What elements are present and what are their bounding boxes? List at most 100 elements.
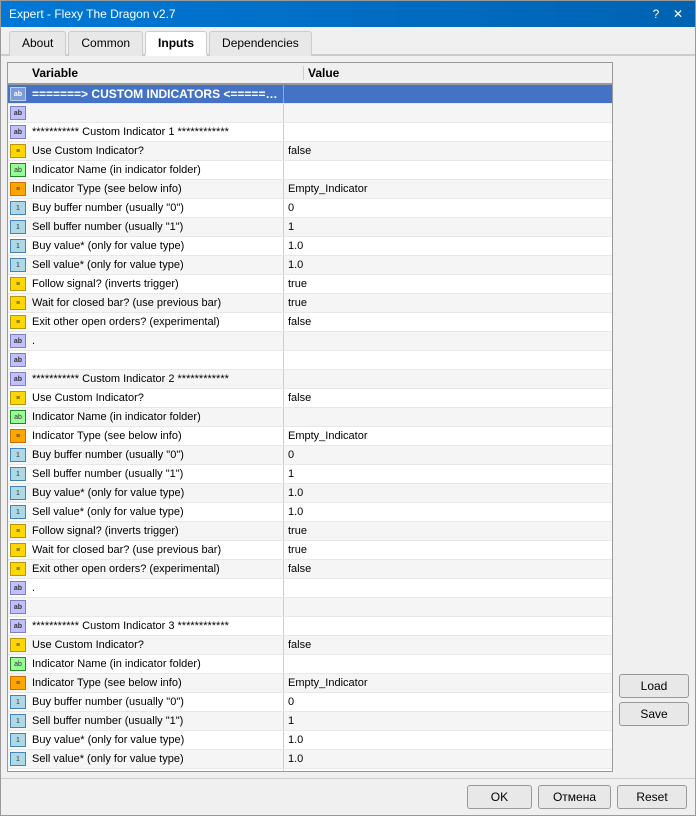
row-value bbox=[284, 93, 612, 95]
table-row: abIndicator Name (in indicator folder) bbox=[8, 655, 612, 674]
row-variable: Follow signal? (inverts trigger) bbox=[28, 277, 283, 291]
row-value: Empty_Indicator bbox=[284, 182, 612, 196]
row-value: 1.0 bbox=[284, 258, 612, 272]
row-icon-num: 1 bbox=[8, 237, 28, 255]
row-icon-num: 1 bbox=[8, 465, 28, 483]
row-icon-ab: ab bbox=[8, 617, 28, 635]
row-variable: Indicator Type (see below info) bbox=[28, 182, 283, 196]
row-value: 0 bbox=[284, 201, 612, 215]
main-window: Expert - Flexy The Dragon v2.7 ? ✕ About… bbox=[0, 0, 696, 816]
row-value bbox=[284, 625, 612, 627]
title-bar: Expert - Flexy The Dragon v2.7 ? ✕ bbox=[1, 1, 695, 27]
table-row: ab bbox=[8, 351, 612, 370]
table-row: ab=======> CUSTOM INDICATORS <======= bbox=[8, 85, 612, 104]
table-row: 1Buy buffer number (usually "0")0 bbox=[8, 199, 612, 218]
table-row: ≡Use Custom Indicator?false bbox=[8, 142, 612, 161]
row-icon-bool: ≡ bbox=[8, 769, 28, 771]
row-icon-ab: ab bbox=[8, 579, 28, 597]
cancel-button[interactable]: Отмена bbox=[538, 785, 611, 809]
title-controls: ? ✕ bbox=[647, 5, 687, 23]
row-value: 0 bbox=[284, 448, 612, 462]
row-icon-num: 1 bbox=[8, 731, 28, 749]
ok-button[interactable]: OK bbox=[467, 785, 532, 809]
reset-button[interactable]: Reset bbox=[617, 785, 687, 809]
row-variable: Sell value* (only for value type) bbox=[28, 505, 283, 519]
row-variable: Indicator Name (in indicator folder) bbox=[28, 163, 283, 177]
row-icon-bool: ≡ bbox=[8, 636, 28, 654]
row-icon-enum: ≡ bbox=[8, 427, 28, 445]
table-row: 1Sell value* (only for value type)1.0 bbox=[8, 503, 612, 522]
row-variable: Sell value* (only for value type) bbox=[28, 258, 283, 272]
load-button[interactable]: Load bbox=[619, 674, 689, 698]
tab-inputs[interactable]: Inputs bbox=[145, 31, 207, 56]
row-icon-bool: ≡ bbox=[8, 275, 28, 293]
table-row: 1Buy value* (only for value type)1.0 bbox=[8, 237, 612, 256]
row-variable: Indicator Name (in indicator folder) bbox=[28, 657, 283, 671]
row-variable: *********** Custom Indicator 3 *********… bbox=[28, 619, 283, 633]
help-button[interactable]: ? bbox=[647, 5, 665, 23]
row-value: true bbox=[284, 524, 612, 538]
row-variable: *********** Custom Indicator 1 *********… bbox=[28, 125, 283, 139]
table-row: abIndicator Name (in indicator folder) bbox=[8, 408, 612, 427]
row-value bbox=[284, 663, 612, 665]
row-icon-bool: ≡ bbox=[8, 522, 28, 540]
row-icon-ab: ab bbox=[8, 332, 28, 350]
tab-common[interactable]: Common bbox=[68, 31, 143, 56]
table-row: ≡Follow signal? (inverts trigger)true bbox=[8, 522, 612, 541]
row-icon-bool: ≡ bbox=[8, 313, 28, 331]
table-row: ≡Use Custom Indicator?false bbox=[8, 389, 612, 408]
row-variable: Use Custom Indicator? bbox=[28, 391, 283, 405]
row-icon-num: 1 bbox=[8, 256, 28, 274]
row-icon-bool: ≡ bbox=[8, 294, 28, 312]
row-icon-ab: ab bbox=[8, 370, 28, 388]
row-value: false bbox=[284, 144, 612, 158]
row-variable: Buy buffer number (usually "0") bbox=[28, 695, 283, 709]
row-variable bbox=[28, 606, 283, 608]
tab-about[interactable]: About bbox=[9, 31, 66, 56]
side-buttons: Load Save bbox=[619, 62, 689, 772]
row-icon-str: ab bbox=[8, 408, 28, 426]
row-variable: Indicator Name (in indicator folder) bbox=[28, 410, 283, 424]
row-icon-num: 1 bbox=[8, 712, 28, 730]
row-value: 1.0 bbox=[284, 752, 612, 766]
tab-dependencies[interactable]: Dependencies bbox=[209, 31, 312, 56]
row-icon-str: ab bbox=[8, 655, 28, 673]
row-variable: Indicator Type (see below info) bbox=[28, 676, 283, 690]
row-icon-enum: ≡ bbox=[8, 180, 28, 198]
table-row: 1Buy value* (only for value type)1.0 bbox=[8, 731, 612, 750]
table-row: ab. bbox=[8, 579, 612, 598]
row-variable: Sell buffer number (usually "1") bbox=[28, 714, 283, 728]
row-icon-enum: ≡ bbox=[8, 674, 28, 692]
table-row: ≡Wait for closed bar? (use previous bar)… bbox=[8, 294, 612, 313]
row-value: true bbox=[284, 277, 612, 291]
table-row: ≡Wait for closed bar? (use previous bar)… bbox=[8, 541, 612, 560]
row-icon-num: 1 bbox=[8, 503, 28, 521]
table-row: 1Buy buffer number (usually "0")0 bbox=[8, 693, 612, 712]
row-variable: Buy value* (only for value type) bbox=[28, 733, 283, 747]
row-value bbox=[284, 169, 612, 171]
row-variable: Sell buffer number (usually "1") bbox=[28, 220, 283, 234]
row-icon-ab: ab bbox=[8, 104, 28, 122]
close-button[interactable]: ✕ bbox=[669, 5, 687, 23]
row-variable: *********** Custom Indicator 2 *********… bbox=[28, 372, 283, 386]
row-value: 1 bbox=[284, 220, 612, 234]
row-icon-bool: ≡ bbox=[8, 142, 28, 160]
table-row: ≡Indicator Type (see below info)Empty_In… bbox=[8, 674, 612, 693]
table-row: ≡Exit other open orders? (experimental)f… bbox=[8, 560, 612, 579]
row-icon-ab: ab bbox=[8, 598, 28, 616]
row-icon-num: 1 bbox=[8, 693, 28, 711]
row-icon-num: 1 bbox=[8, 484, 28, 502]
row-variable: Follow signal? (inverts trigger) bbox=[28, 524, 283, 538]
row-variable: . bbox=[28, 581, 283, 595]
row-value: false bbox=[284, 562, 612, 576]
row-icon-str: ab bbox=[8, 161, 28, 179]
table-row: ≡Use Custom Indicator?false bbox=[8, 636, 612, 655]
row-variable: Buy buffer number (usually "0") bbox=[28, 201, 283, 215]
table-body[interactable]: ab=======> CUSTOM INDICATORS <=======aba… bbox=[8, 85, 612, 771]
main-table: Variable Value ab=======> CUSTOM INDICAT… bbox=[7, 62, 613, 772]
row-icon-ab: ab bbox=[8, 85, 28, 103]
row-variable: . bbox=[28, 334, 283, 348]
row-value bbox=[284, 131, 612, 133]
save-button[interactable]: Save bbox=[619, 702, 689, 726]
row-variable: Wait for closed bar? (use previous bar) bbox=[28, 296, 283, 310]
